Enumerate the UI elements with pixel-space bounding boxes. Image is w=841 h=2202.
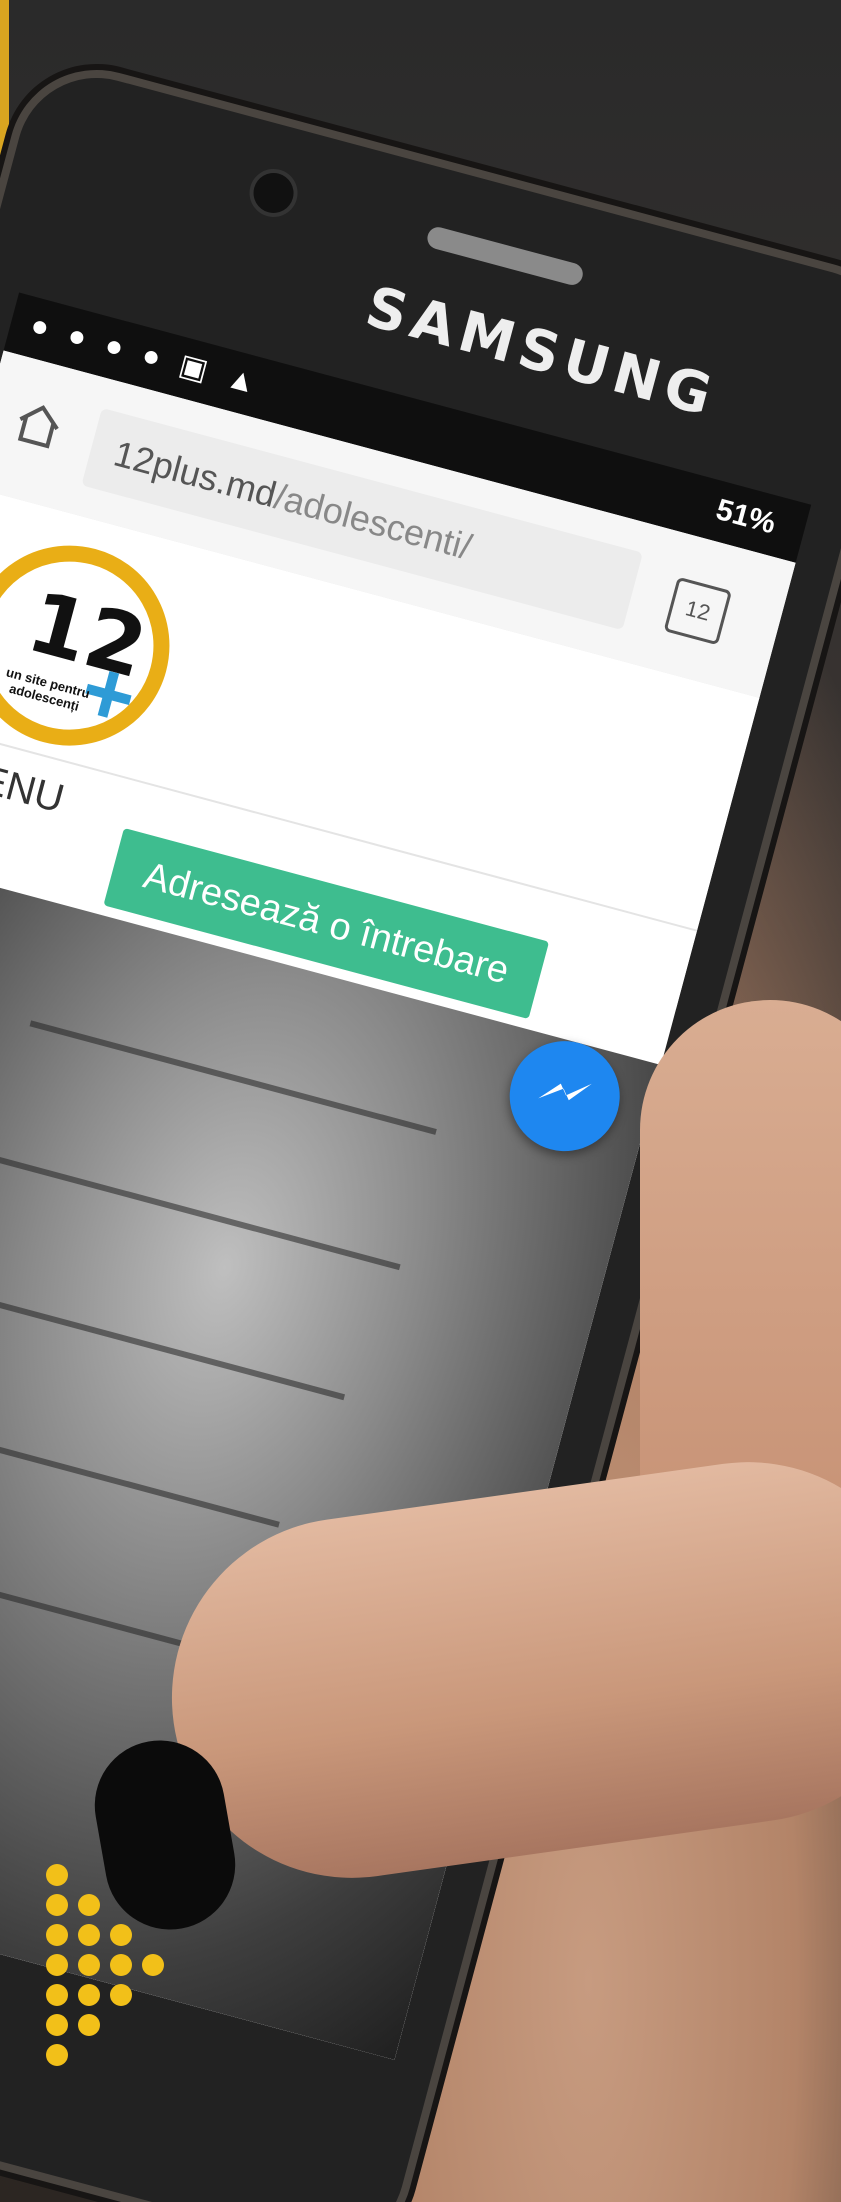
dot — [46, 2044, 68, 2066]
dot — [110, 1954, 132, 1976]
dot — [46, 2014, 68, 2036]
dot — [78, 1984, 100, 2006]
dot — [110, 1984, 132, 2006]
battery-level: 51% — [712, 493, 780, 541]
dot — [46, 1924, 68, 1946]
site-logo[interactable]: 12 + un site pentru adolescenți — [0, 523, 192, 769]
dot — [142, 1954, 164, 1976]
dot — [46, 1954, 68, 1976]
home-icon[interactable] — [10, 397, 66, 453]
dot — [46, 1984, 68, 2006]
tab-switcher-icon[interactable]: 12 — [663, 576, 733, 646]
dot — [110, 1924, 132, 1946]
dot — [78, 2014, 100, 2036]
photo-scene: SAMSUNG ● ● ● ● ▣ ▲ 51% 12plus.md/adoles… — [0, 0, 841, 2202]
gold-dots-arrow — [40, 1860, 180, 2066]
dot — [78, 1954, 100, 1976]
dot — [46, 1864, 68, 1886]
url-path: /adolescenti/ — [270, 475, 477, 568]
brick-line — [0, 1145, 401, 1271]
dot — [78, 1924, 100, 1946]
dot — [78, 1894, 100, 1916]
dot — [46, 1894, 68, 1916]
brick-line — [29, 1020, 437, 1135]
brick-line — [0, 1400, 280, 1528]
brick-line — [0, 1532, 205, 1653]
brick-line — [0, 1270, 346, 1401]
url-host: 12plus.md — [109, 432, 281, 516]
earpiece-speaker — [424, 224, 586, 288]
front-camera — [249, 168, 299, 218]
